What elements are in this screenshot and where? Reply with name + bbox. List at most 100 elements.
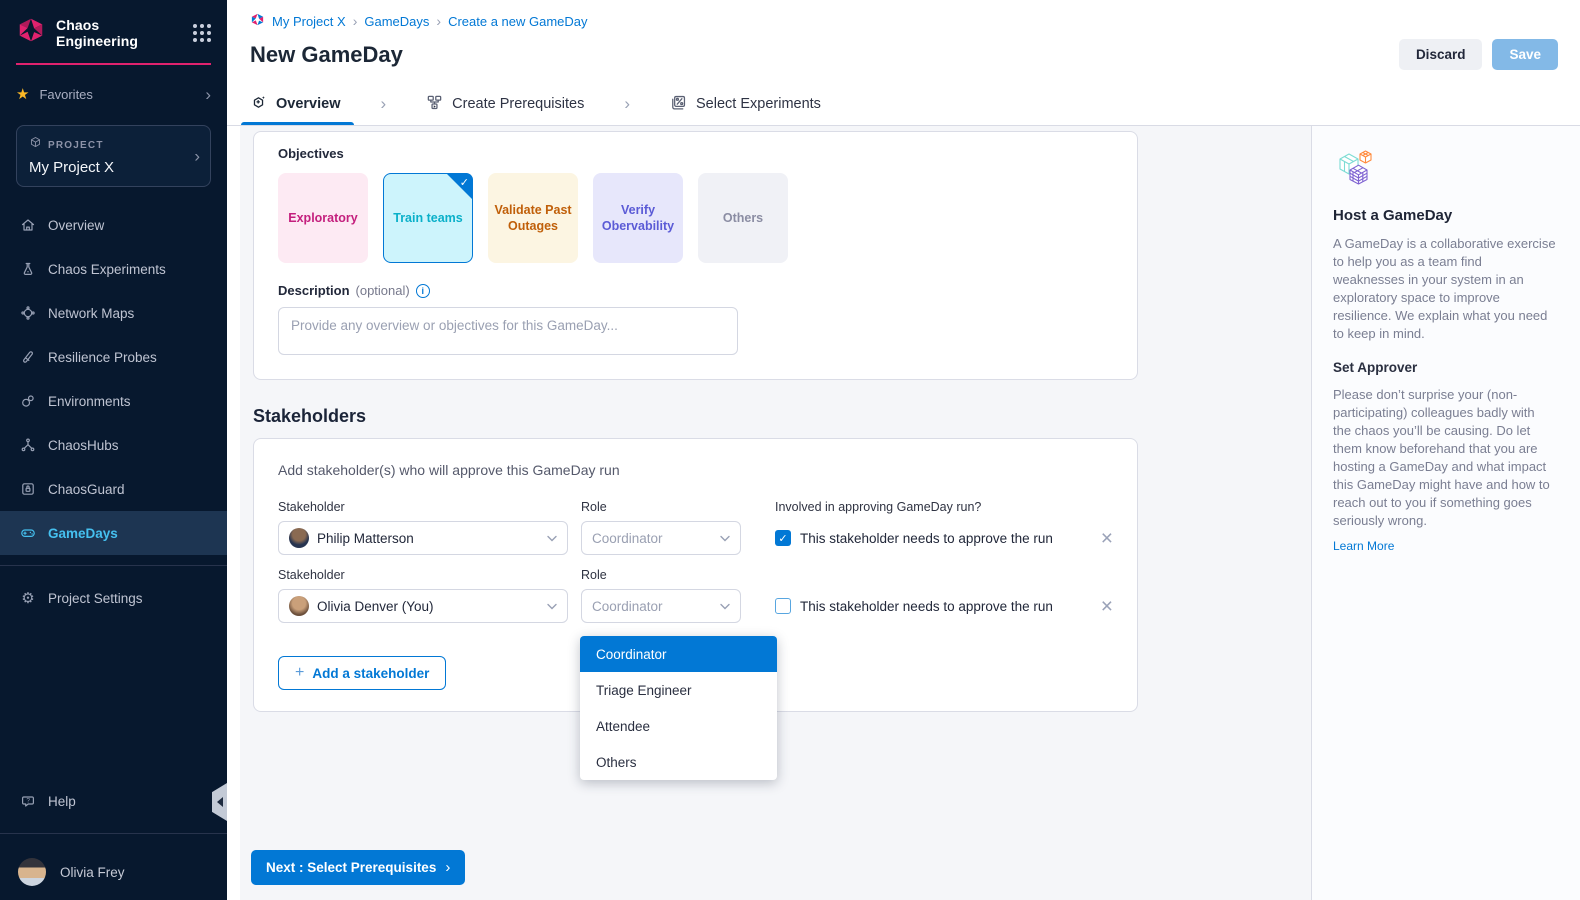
- approval-cell: ✓ This stakeholder needs to approve the …: [775, 530, 1053, 546]
- objectives-card: Objectives Exploratory ✓ Train teams Val…: [253, 131, 1138, 380]
- content-row: Objectives Exploratory ✓ Train teams Val…: [227, 126, 1580, 900]
- favorites-label: Favorites: [39, 87, 92, 102]
- tab-select-experiments[interactable]: Select Experiments: [670, 83, 821, 125]
- sidebar-item-environments[interactable]: Environments: [0, 379, 227, 423]
- experiments-tab-icon: [670, 94, 687, 115]
- breadcrumb-current[interactable]: Create a new GameDay: [448, 14, 587, 29]
- cube-icon: [29, 136, 42, 154]
- help-chat-icon: ?: [20, 793, 36, 809]
- sidebar-item-overview[interactable]: Overview: [0, 203, 227, 247]
- stakeholder-row: Philip Matterson Coordinator ✓ This stak…: [278, 521, 1113, 555]
- objective-validate-past-outages[interactable]: Validate Past Outages: [488, 173, 578, 263]
- chevron-right-icon: ›: [445, 859, 450, 876]
- breadcrumb-separator: ›: [436, 13, 441, 29]
- gameday-cubes-icon: [1333, 175, 1375, 192]
- objective-exploratory[interactable]: Exploratory: [278, 173, 368, 263]
- sidebar-header: ChaosEngineering: [0, 0, 227, 59]
- sidebar-item-chaosguard[interactable]: ChaosGuard: [0, 467, 227, 511]
- chevron-right-icon: ›: [194, 148, 200, 165]
- sidebar-item-project-settings[interactable]: ⚙ Project Settings: [0, 576, 227, 620]
- objective-others[interactable]: Others: [698, 173, 788, 263]
- project-name: My Project X: [29, 159, 198, 176]
- gear-icon: ⚙: [20, 590, 36, 606]
- save-button[interactable]: Save: [1492, 39, 1558, 70]
- selected-check-icon: ✓: [460, 175, 469, 191]
- objective-verify-observability[interactable]: Verify Obervability: [593, 173, 683, 263]
- description-label: Description: [278, 283, 350, 298]
- stakeholder-column-label: Stakeholder: [278, 500, 568, 514]
- involved-column-label: Involved in approving GameDay run?: [775, 500, 1113, 514]
- description-optional-label: (optional): [356, 283, 410, 298]
- breadcrumb-gamedays[interactable]: GameDays: [364, 14, 429, 29]
- home-icon: [20, 217, 36, 233]
- next-select-prerequisites-button[interactable]: Next : Select Prerequisites ›: [251, 850, 465, 885]
- tab-separator-icon: ›: [624, 94, 630, 114]
- page-header: My Project X › GameDays › Create a new G…: [227, 0, 1580, 83]
- remove-stakeholder-2-icon[interactable]: ×: [1101, 596, 1113, 617]
- tab-create-prerequisites[interactable]: Create Prerequisites: [426, 83, 584, 125]
- stakeholder-avatar: [289, 596, 309, 616]
- chaos-engineering-logo-icon: [16, 15, 46, 50]
- stakeholder-row-labels: Stakeholder Role Involved in approving G…: [278, 500, 1113, 514]
- help-panel-subtitle: Set Approver: [1333, 360, 1556, 375]
- help-panel: Host a GameDay A GameDay is a collaborat…: [1311, 126, 1580, 900]
- stakeholder-avatar: [289, 528, 309, 548]
- user-name: Olivia Frey: [60, 865, 125, 880]
- sidebar-item-chaoshubs[interactable]: ChaosHubs: [0, 423, 227, 467]
- stakeholder-select-2[interactable]: Olivia Denver (You): [278, 589, 568, 623]
- sidebar-divider: [0, 833, 227, 834]
- approve-checkbox-2[interactable]: [775, 598, 791, 614]
- chevron-down-icon: [720, 535, 730, 542]
- role-dropdown-menu: Coordinator Triage Engineer Attendee Oth…: [580, 636, 777, 780]
- sidebar-item-network-maps[interactable]: Network Maps: [0, 291, 227, 335]
- form-area: Objectives Exploratory ✓ Train teams Val…: [227, 126, 1311, 900]
- environments-icon: [20, 393, 36, 409]
- project-selector[interactable]: PROJECT My Project X ›: [16, 125, 211, 187]
- sidebar-item-resilience-probes[interactable]: Resilience Probes: [0, 335, 227, 379]
- role-option-triage-engineer[interactable]: Triage Engineer: [580, 672, 777, 708]
- role-option-others[interactable]: Others: [580, 744, 777, 780]
- prerequisites-tab-icon: [426, 94, 443, 115]
- brand-accent-rule: [16, 63, 211, 65]
- role-select-1[interactable]: Coordinator: [581, 521, 741, 555]
- role-option-attendee[interactable]: Attendee: [580, 708, 777, 744]
- app-grid-icon[interactable]: [193, 24, 211, 42]
- user-menu[interactable]: Olivia Frey: [0, 844, 227, 900]
- probe-icon: [20, 349, 36, 365]
- stakeholders-card: Add stakeholder(s) who will approve this…: [253, 438, 1138, 712]
- remove-stakeholder-1-icon[interactable]: ×: [1101, 528, 1113, 549]
- guard-lock-icon: [20, 481, 36, 497]
- sidebar-item-gamedays[interactable]: GameDays: [0, 511, 227, 555]
- user-avatar: [18, 858, 46, 886]
- role-option-coordinator[interactable]: Coordinator: [580, 636, 777, 672]
- stakeholders-heading: Stakeholders: [253, 406, 1311, 427]
- tab-separator-icon: ›: [381, 94, 387, 114]
- chevron-down-icon: [547, 535, 557, 542]
- learn-more-link[interactable]: Learn More: [1333, 539, 1394, 553]
- role-column-label: Role: [581, 568, 741, 582]
- breadcrumb-project[interactable]: My Project X: [272, 14, 346, 29]
- stakeholder-select-1[interactable]: Philip Matterson: [278, 521, 568, 555]
- stakeholder-column-label: Stakeholder: [278, 568, 568, 582]
- favorites-row[interactable]: ★ Favorites ›: [0, 71, 227, 117]
- sidebar-item-help[interactable]: ? Help: [0, 779, 227, 823]
- flask-icon: [20, 261, 36, 277]
- discard-button[interactable]: Discard: [1399, 39, 1483, 70]
- objective-train-teams[interactable]: ✓ Train teams: [383, 173, 473, 263]
- description-input[interactable]: [278, 307, 738, 355]
- hub-icon: [20, 437, 36, 453]
- svg-text:?: ?: [26, 798, 30, 805]
- star-icon: ★: [16, 85, 29, 103]
- approve-checkbox-1[interactable]: ✓: [775, 530, 791, 546]
- sidebar: ChaosEngineering ★ Favorites › PROJECT M…: [0, 0, 227, 900]
- breadcrumb: My Project X › GameDays › Create a new G…: [250, 12, 1558, 30]
- help-panel-body2: Please don’t surprise your (non-particip…: [1333, 386, 1556, 530]
- add-stakeholder-button[interactable]: + Add a stakeholder: [278, 656, 446, 690]
- sidebar-divider: [0, 565, 227, 566]
- info-icon[interactable]: i: [416, 284, 430, 298]
- sidebar-nav: Overview Chaos Experiments Network Maps …: [0, 203, 227, 555]
- sidebar-item-chaos-experiments[interactable]: Chaos Experiments: [0, 247, 227, 291]
- tab-overview[interactable]: Overview: [250, 83, 341, 125]
- role-select-2[interactable]: Coordinator: [581, 589, 741, 623]
- chevron-down-icon: [720, 603, 730, 610]
